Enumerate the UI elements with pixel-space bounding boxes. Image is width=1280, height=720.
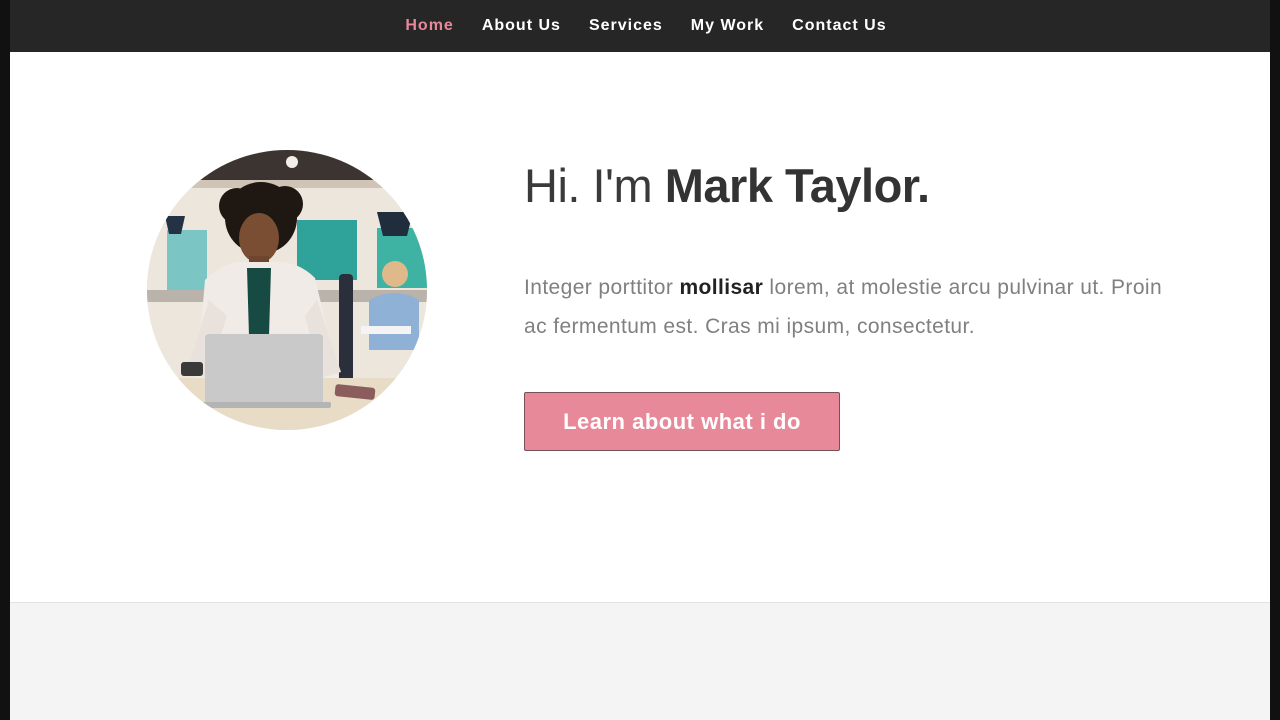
nav-links: Home About Us Services My Work Contact U… <box>405 17 886 35</box>
intro-text: Integer porttitor mollisar lorem, at mol… <box>524 268 1164 346</box>
profile-photo-illustration <box>147 150 427 430</box>
profile-photo <box>147 150 427 430</box>
intro-text-start: Integer porttitor <box>524 276 680 299</box>
nav-link-my-work[interactable]: My Work <box>691 17 764 35</box>
next-section <box>10 603 1270 720</box>
title-name: Mark Taylor. <box>664 159 930 212</box>
nav-link-services[interactable]: Services <box>589 17 663 35</box>
nav-link-about-us[interactable]: About Us <box>482 17 561 35</box>
nav-link-contact-us[interactable]: Contact Us <box>792 17 886 35</box>
top-navbar: Home About Us Services My Work Contact U… <box>10 0 1270 52</box>
nav-link-home[interactable]: Home <box>405 17 453 35</box>
page: Home About Us Services My Work Contact U… <box>10 0 1270 720</box>
page-title: Hi. I'm Mark Taylor. <box>524 158 930 213</box>
hero-section: Hi. I'm Mark Taylor. Integer porttitor m… <box>10 52 1270 602</box>
intro-text-bold: mollisar <box>679 276 764 299</box>
learn-more-button[interactable]: Learn about what i do <box>524 392 840 451</box>
title-greeting: Hi. I'm <box>524 159 665 212</box>
